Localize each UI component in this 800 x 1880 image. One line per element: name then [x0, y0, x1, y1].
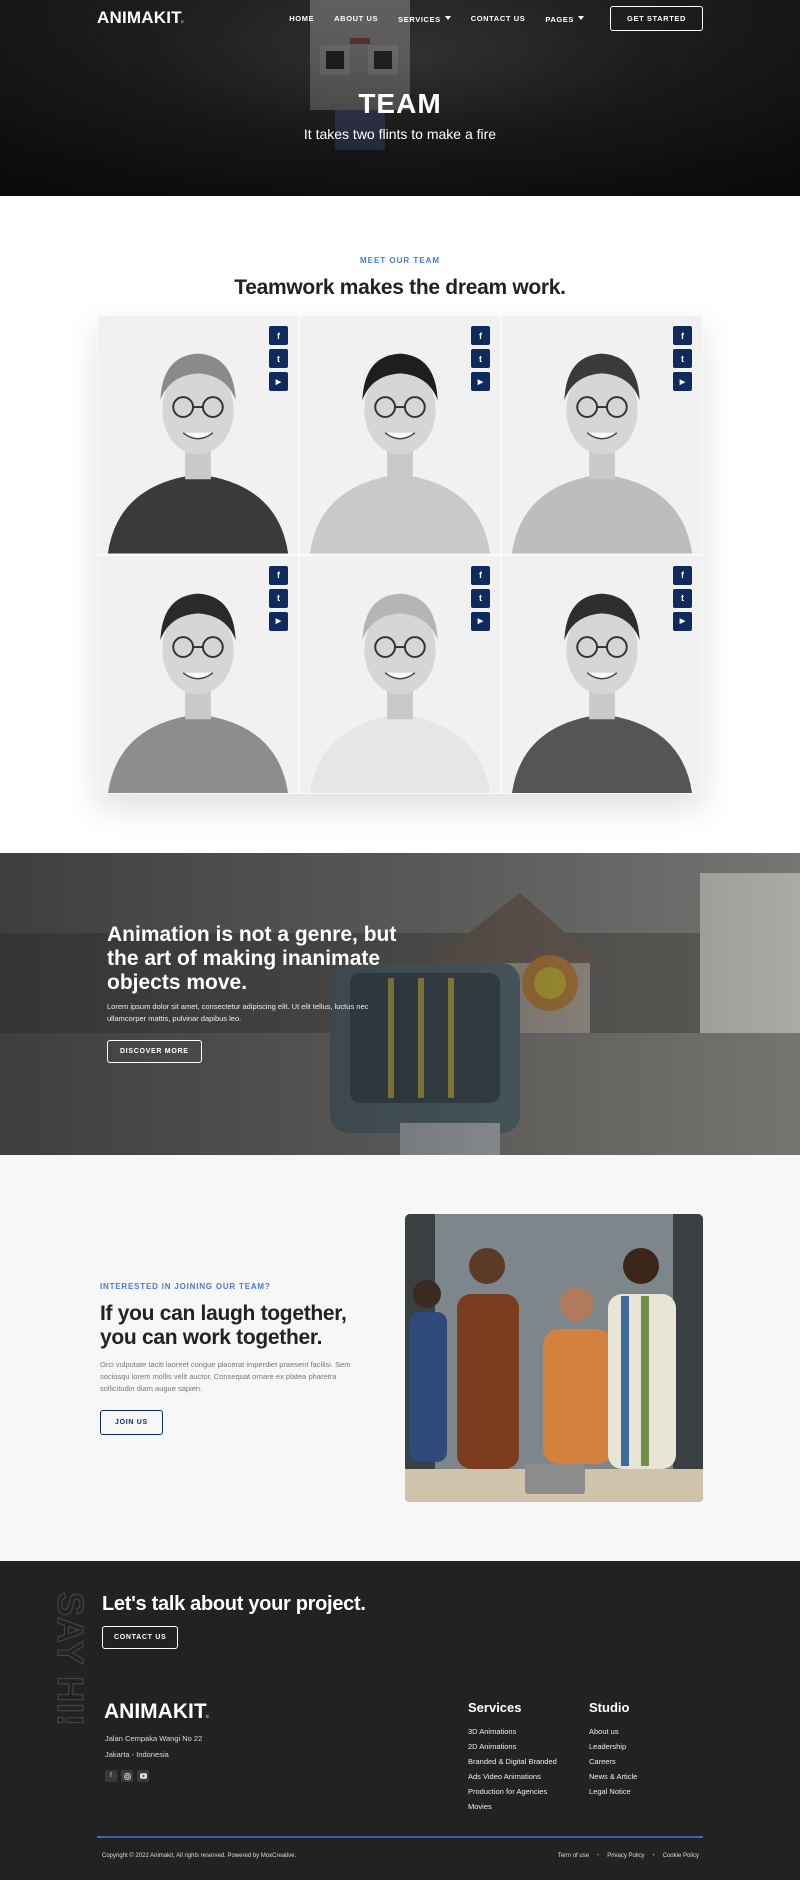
- nav-menu: HOME ABOUT US SERVICES CONTACT US PAGES …: [289, 5, 703, 31]
- services-link[interactable]: 3D Animations: [468, 1724, 557, 1739]
- footer-logo[interactable]: ANIMAKIT.: [104, 1700, 210, 1724]
- team-eyebrow: MEET OUR TEAM: [359, 256, 441, 265]
- twitter-icon[interactable]: t: [673, 349, 692, 368]
- facebook-icon[interactable]: f: [471, 565, 490, 585]
- nav-contact-link[interactable]: CONTACT US: [471, 14, 526, 23]
- terms-link[interactable]: Term of use: [558, 1853, 589, 1859]
- member-social-links: f t ▶: [269, 326, 288, 391]
- youtube-icon[interactable]: ▶: [673, 611, 692, 631]
- team-member-photo: [300, 316, 500, 554]
- team-member-photo: [98, 555, 298, 793]
- facebook-icon[interactable]: f: [471, 326, 490, 345]
- team-member-card: f t ▶: [299, 554, 501, 794]
- nav-pages-link[interactable]: PAGES: [545, 15, 574, 24]
- team-member-card: f t ▶: [501, 554, 703, 794]
- facebook-icon[interactable]: f: [673, 565, 692, 585]
- banner-title: Animation is not a genre, but the art of…: [107, 923, 397, 994]
- twitter-icon[interactable]: t: [269, 588, 288, 608]
- contact-us-button[interactable]: CONTACT US: [102, 1626, 179, 1649]
- member-social-links: f t ▶: [269, 565, 288, 631]
- youtube-icon[interactable]: ▶: [269, 611, 288, 631]
- team-member-photo: [502, 316, 702, 554]
- services-link[interactable]: 2D Animations: [468, 1739, 557, 1754]
- team-grid: f t ▶ f t ▶ f t ▶ f t ▶ f t ▶ f t ▶: [97, 315, 703, 794]
- facebook-icon[interactable]: f: [269, 565, 288, 585]
- top-navigation: ANIMAKIT. HOME ABOUT US SERVICES CONTACT…: [97, 5, 703, 31]
- team-heading: Teamwork makes the dream work.: [234, 276, 566, 299]
- studio-link[interactable]: News & Article: [589, 1769, 637, 1784]
- cookie-link[interactable]: Cookie Policy: [663, 1853, 699, 1859]
- instagram-icon[interactable]: [121, 1770, 133, 1782]
- studio-link[interactable]: Legal Notice: [589, 1784, 637, 1799]
- twitter-icon[interactable]: t: [269, 349, 288, 368]
- join-eyebrow: INTERESTED IN JOINING OUR TEAM?: [100, 1282, 271, 1291]
- twitter-icon[interactable]: t: [471, 349, 490, 368]
- team-member-card: f t ▶: [501, 315, 703, 555]
- nav-home-link[interactable]: HOME: [289, 14, 314, 23]
- studio-column-title: Studio: [589, 1700, 630, 1715]
- footer-cta-title: Let's talk about your project.: [102, 1593, 366, 1615]
- get-started-button[interactable]: GET STARTED: [610, 5, 703, 31]
- services-link[interactable]: Branded & Digital Branded: [468, 1754, 557, 1769]
- services-link[interactable]: Ads Video Animations: [468, 1769, 557, 1784]
- legal-links: Term of use • Privacy Policy • Cookie Po…: [558, 1853, 699, 1859]
- youtube-icon[interactable]: [137, 1770, 149, 1782]
- member-social-links: f t ▶: [471, 326, 490, 391]
- twitter-icon[interactable]: t: [471, 588, 490, 608]
- team-member-photo: [98, 316, 298, 554]
- team-group-photo: [405, 1214, 703, 1502]
- facebook-icon[interactable]: f: [269, 326, 288, 345]
- studio-list: About us Leadership Careers News & Artic…: [589, 1724, 637, 1799]
- say-hi-outline-text: SAY HI!: [52, 1591, 92, 1727]
- team-member-card: f t ▶: [97, 315, 299, 555]
- discover-more-button[interactable]: DISCOVER MORE: [107, 1040, 202, 1063]
- services-link[interactable]: Movies: [468, 1799, 557, 1814]
- facebook-icon[interactable]: f: [105, 1770, 117, 1782]
- youtube-icon[interactable]: ▶: [471, 611, 490, 631]
- legal-separator: •: [597, 1853, 600, 1859]
- page-title: TEAM: [358, 88, 442, 119]
- member-social-links: f t ▶: [471, 565, 490, 631]
- member-social-links: f t ▶: [673, 326, 692, 391]
- join-title: If you can laugh together, you can work …: [100, 1302, 347, 1349]
- join-us-button[interactable]: JOIN US: [100, 1410, 163, 1435]
- facebook-icon[interactable]: f: [673, 326, 692, 345]
- nav-services-link[interactable]: SERVICES: [398, 15, 441, 24]
- banner-text: Lorem ipsum dolor sit amet, consectetur …: [107, 1002, 369, 1023]
- studio-link[interactable]: Careers: [589, 1754, 637, 1769]
- join-text: Orci vulputate taciti laoreet congue pla…: [100, 1360, 351, 1393]
- legal-separator: •: [652, 1853, 655, 1859]
- chevron-down-icon: [444, 15, 451, 20]
- address-line-1: Jalan Cempaka Wangi No 22: [105, 1734, 203, 1743]
- footer-socials: f: [105, 1770, 149, 1782]
- studio-link[interactable]: About us: [589, 1724, 637, 1739]
- nav-about-link[interactable]: ABOUT US: [334, 14, 378, 23]
- team-member-card: f t ▶: [97, 554, 299, 794]
- youtube-icon[interactable]: ▶: [269, 372, 288, 391]
- team-member-photo: [502, 555, 702, 793]
- youtube-icon[interactable]: ▶: [471, 372, 490, 391]
- studio-link[interactable]: Leadership: [589, 1739, 637, 1754]
- nav-pages-dropdown[interactable]: PAGES: [545, 9, 585, 27]
- say-hi-text: SAY HI!: [52, 1592, 91, 1727]
- footer-divider: [97, 1836, 703, 1838]
- address-line-2: Jakarta - Indonesia: [105, 1750, 169, 1759]
- twitter-icon[interactable]: t: [673, 588, 692, 608]
- services-list: 3D Animations 2D Animations Branded & Di…: [468, 1724, 557, 1814]
- team-member-photo: [300, 555, 500, 793]
- privacy-link[interactable]: Privacy Policy: [607, 1853, 644, 1859]
- team-member-card: f t ▶: [299, 315, 501, 555]
- member-social-links: f t ▶: [673, 565, 692, 631]
- nav-services-dropdown[interactable]: SERVICES: [398, 9, 451, 27]
- page-subtitle: It takes two flints to make a fire: [303, 126, 497, 142]
- copyright-text: Copyright © 2022 Animakit, All rights re…: [102, 1853, 297, 1859]
- site-logo[interactable]: ANIMAKIT.: [97, 8, 185, 28]
- youtube-icon[interactable]: ▶: [673, 372, 692, 391]
- chevron-down-icon: [578, 15, 585, 20]
- services-column-title: Services: [468, 1700, 522, 1715]
- services-link[interactable]: Production for Agencies: [468, 1784, 557, 1799]
